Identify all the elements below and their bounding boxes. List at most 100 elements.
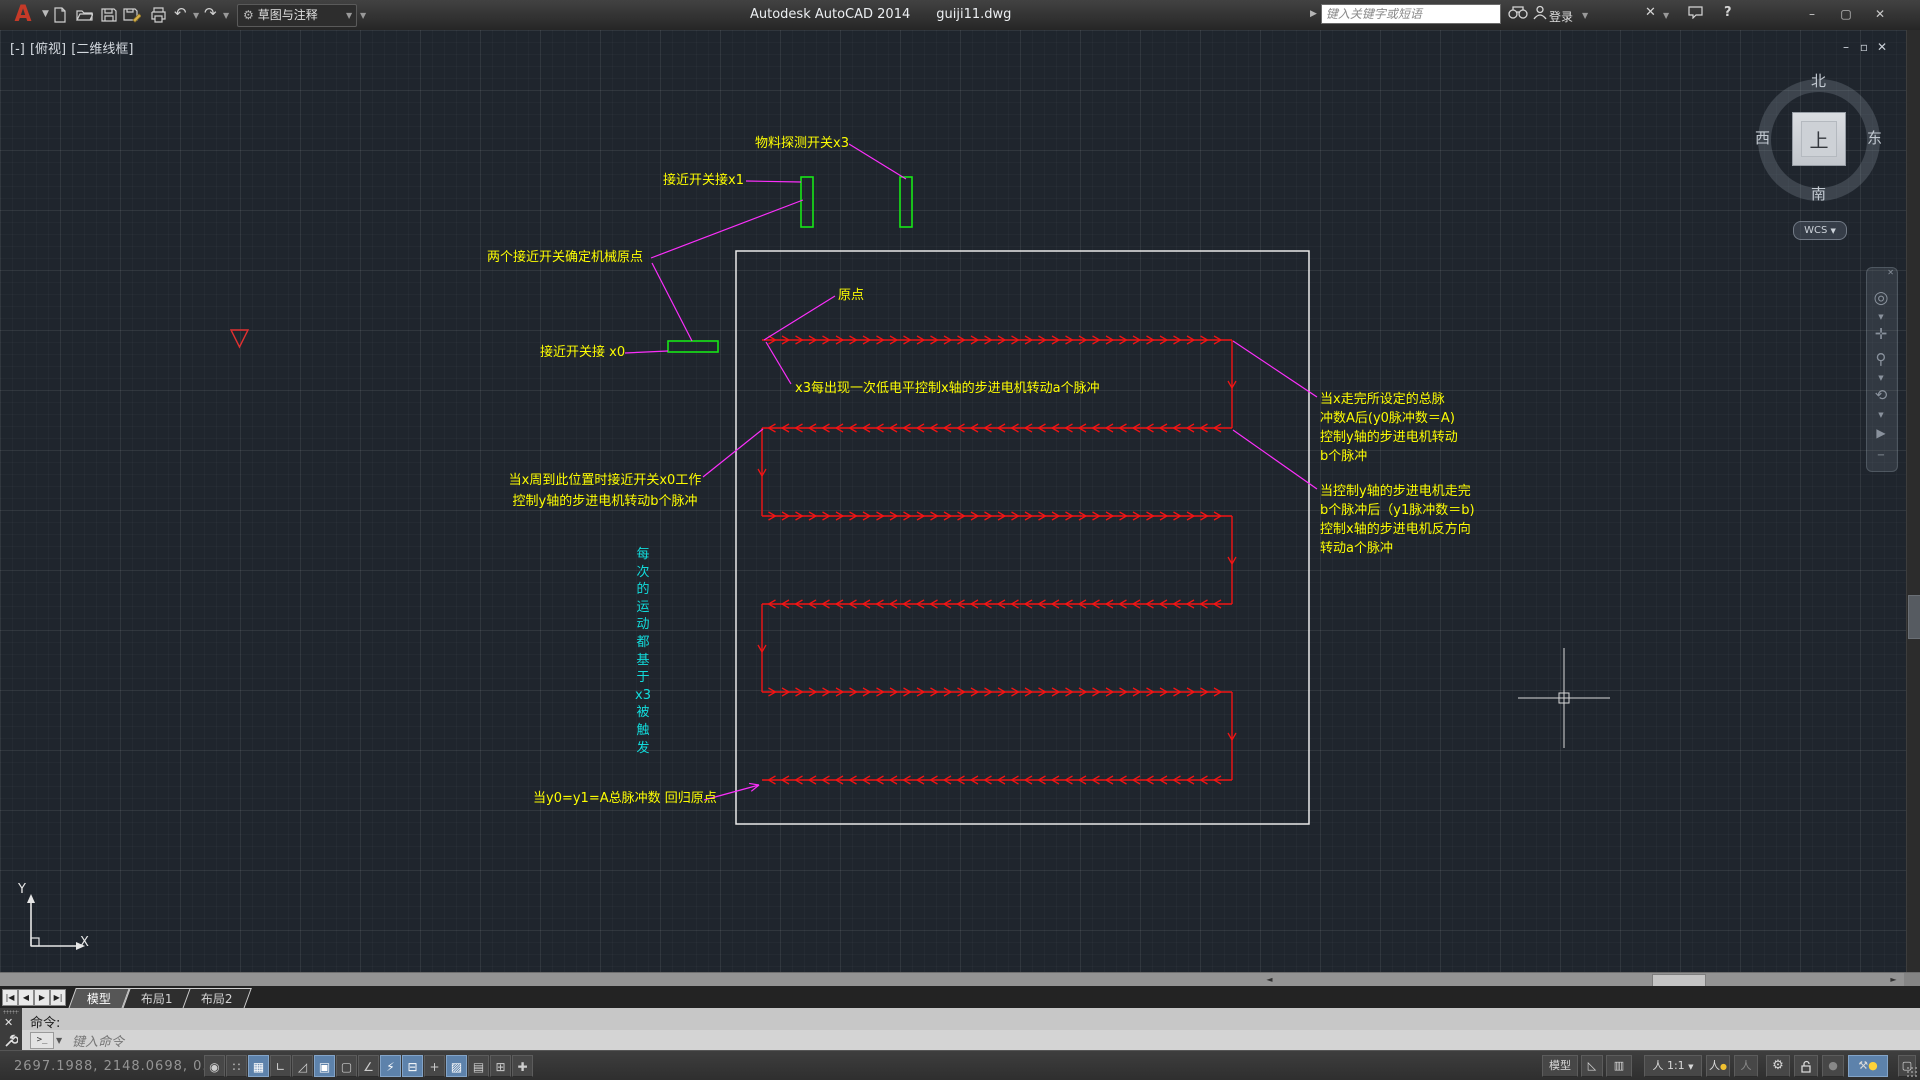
- undo-caret-icon[interactable]: ▼: [193, 11, 199, 20]
- navbar-pan-icon[interactable]: ✛: [1866, 325, 1896, 343]
- command-close-icon[interactable]: ✕: [4, 1016, 13, 1029]
- statusbar-toggle-3d-object-snap[interactable]: ▢: [336, 1055, 357, 1077]
- hscroll-left-button[interactable]: ◄: [1262, 974, 1277, 986]
- workspace-caret-icon[interactable]: ▼: [346, 11, 352, 20]
- open-file-button[interactable]: [74, 5, 94, 25]
- redo-caret-icon[interactable]: ▼: [223, 11, 229, 20]
- tab-next-button[interactable]: ▶: [34, 989, 50, 1006]
- annotation-autoscale-button[interactable]: 人: [1734, 1055, 1758, 1077]
- statusbar-toggle-dynamic-ucs[interactable]: ⚡: [380, 1055, 401, 1077]
- statusbar-toggle-polar-tracking[interactable]: ◿: [292, 1055, 313, 1077]
- workspace-dropdown[interactable]: ⚙草图与注释: [237, 4, 357, 27]
- statusbar-toggle-object-snap-tracking[interactable]: ∠: [358, 1055, 379, 1077]
- quick-view-drawings-button[interactable]: ▥: [1606, 1055, 1632, 1077]
- redo-button[interactable]: ↷: [204, 4, 217, 22]
- navbar-showmotion-icon[interactable]: ▶: [1866, 426, 1896, 440]
- wcs-dropdown[interactable]: WCS ▼: [1793, 221, 1847, 240]
- search-expand-icon[interactable]: ▶: [1310, 9, 1317, 19]
- annotation-scale-button[interactable]: 人 1:1 ▼: [1644, 1055, 1702, 1077]
- exchange-apps-icon[interactable]: ✕: [1645, 5, 1656, 20]
- tab-last-button[interactable]: ▶|: [50, 989, 66, 1006]
- save-icon: [101, 7, 117, 23]
- navbar-steeringwheel-icon[interactable]: ◎: [1866, 288, 1896, 308]
- statusbar-toggle-snap-mode[interactable]: ∷: [226, 1055, 247, 1077]
- navbar-orbit-icon[interactable]: ⟲: [1866, 386, 1896, 404]
- viewcube-north-label[interactable]: 北: [1811, 70, 1826, 91]
- tab-layout2[interactable]: 布局2: [182, 988, 251, 1009]
- viewport-style-menu[interactable]: [二维线框]: [71, 42, 133, 57]
- plot-button[interactable]: [148, 5, 168, 25]
- viewcube-east-label[interactable]: 东: [1867, 127, 1882, 148]
- viewport-view-menu[interactable]: [俯视]: [30, 42, 66, 57]
- command-input[interactable]: [70, 1030, 574, 1052]
- statusbar-toggle-dynamic-input[interactable]: ⊟: [402, 1055, 423, 1077]
- command-prompt-caret-icon[interactable]: ▼: [56, 1036, 62, 1045]
- viewport-minimize-button[interactable]: –: [1838, 40, 1854, 54]
- new-file-button[interactable]: [50, 5, 70, 25]
- navbar-zoom-caret-icon[interactable]: ▼: [1866, 374, 1896, 382]
- window-minimize-button[interactable]: –: [1800, 4, 1824, 24]
- window-title: Autodesk AutoCAD 2014 guiji11.dwg: [750, 7, 1011, 22]
- viewport-controls-menu[interactable]: [-]: [10, 42, 25, 57]
- model-space-button[interactable]: 模型: [1542, 1055, 1578, 1077]
- statusbar-toggle-transparency[interactable]: ▨: [446, 1055, 467, 1077]
- toolbar-lock-button[interactable]: [1794, 1055, 1818, 1077]
- statusbar-toggle-lineweight[interactable]: +: [424, 1055, 445, 1077]
- exchange-caret-icon[interactable]: ▼: [1663, 11, 1669, 20]
- vertical-scrollbar-thumb[interactable]: [1908, 595, 1920, 639]
- command-prompt-icon[interactable]: >_: [30, 1032, 54, 1049]
- undo-button[interactable]: ↶: [174, 4, 187, 22]
- navbar-close-icon[interactable]: ✕: [1880, 268, 1894, 277]
- tab-first-button[interactable]: |◀: [2, 989, 18, 1006]
- statusbar-toggle-infer-constraints[interactable]: ◉: [204, 1055, 225, 1077]
- navbar-orbit-caret-icon[interactable]: ▼: [1866, 411, 1896, 419]
- autocad-logo[interactable]: A: [6, 1, 40, 28]
- performance-button[interactable]: ●: [1822, 1055, 1844, 1077]
- tab-layout2-label: 布局2: [201, 989, 233, 1009]
- annotation-visibility-button[interactable]: 人●: [1706, 1055, 1730, 1077]
- viewcube-top-face[interactable]: 上: [1792, 112, 1846, 166]
- save-as-button[interactable]: [122, 5, 142, 25]
- viewcube-west-label[interactable]: 西: [1755, 127, 1770, 148]
- statusbar-toggle-object-snap[interactable]: ▣: [314, 1055, 335, 1077]
- navbar-zoom-icon[interactable]: ⚲: [1866, 350, 1896, 368]
- search-button[interactable]: [1508, 5, 1528, 24]
- cad-text-x0-work: 当x周到此位置时接近开关x0工作 控制y轴的步进电机转动b个脉冲: [495, 470, 715, 512]
- drawing-canvas[interactable]: [-] [俯视] [二维线框] – ▫ ✕ 北 西 东 南 上 WCS ▼ ✕ …: [0, 30, 1920, 972]
- help-icon[interactable]: ?: [1724, 5, 1732, 20]
- statusbar-toggle-grid-display[interactable]: ▦: [248, 1055, 269, 1077]
- command-line-panel[interactable]: ✕ 命令: >_ ▼: [0, 1008, 1920, 1050]
- window-close-button[interactable]: ✕: [1868, 4, 1892, 24]
- viewport-label: [-] [俯视] [二维线框]: [10, 38, 134, 57]
- horizontal-scrollbar[interactable]: ◄ ►: [0, 972, 1920, 987]
- statusbar-toggle-selection-cycling[interactable]: ⊞: [490, 1055, 511, 1077]
- signin-caret-icon[interactable]: ▼: [1582, 11, 1588, 20]
- window-maximize-button[interactable]: ▢: [1834, 4, 1858, 24]
- search-input[interactable]: [1321, 4, 1501, 24]
- tab-layout1[interactable]: 布局1: [122, 988, 191, 1009]
- save-button[interactable]: [99, 5, 119, 25]
- logo-menu-caret-icon[interactable]: ▼: [42, 9, 49, 19]
- signin-button[interactable]: 登录: [1549, 8, 1573, 25]
- user-icon[interactable]: [1533, 5, 1547, 24]
- workspace-switch-button[interactable]: ⚙: [1766, 1055, 1790, 1077]
- resize-grip[interactable]: [1906, 1066, 1918, 1078]
- hardware-acceleration-button[interactable]: ⚒●: [1848, 1055, 1888, 1077]
- vertical-scrollbar[interactable]: [1906, 30, 1920, 972]
- statusbar-toggle-quick-properties[interactable]: ▤: [468, 1055, 489, 1077]
- command-input-row[interactable]: >_ ▼: [22, 1030, 1920, 1050]
- tab-model[interactable]: 模型: [68, 988, 130, 1009]
- hscroll-right-button[interactable]: ►: [1886, 974, 1901, 986]
- statusbar-toggle-ortho-mode[interactable]: ∟: [270, 1055, 291, 1077]
- viewcube-south-label[interactable]: 南: [1811, 183, 1826, 204]
- command-grip[interactable]: ✕: [0, 1008, 22, 1050]
- navbar-collapse-icon[interactable]: −: [1866, 450, 1896, 461]
- communication-center-icon[interactable]: [1688, 5, 1703, 23]
- viewport-restore-button[interactable]: ▫: [1856, 40, 1872, 54]
- tab-prev-button[interactable]: ◀: [18, 989, 34, 1006]
- quick-view-layouts-button[interactable]: ◺: [1581, 1055, 1603, 1077]
- navbar-wheel-caret-icon[interactable]: ▼: [1866, 313, 1896, 321]
- qat-overflow-caret-icon[interactable]: ▼: [360, 11, 366, 20]
- viewport-close-button[interactable]: ✕: [1874, 40, 1890, 54]
- statusbar-toggle-annotation-monitor[interactable]: ✚: [512, 1055, 533, 1077]
